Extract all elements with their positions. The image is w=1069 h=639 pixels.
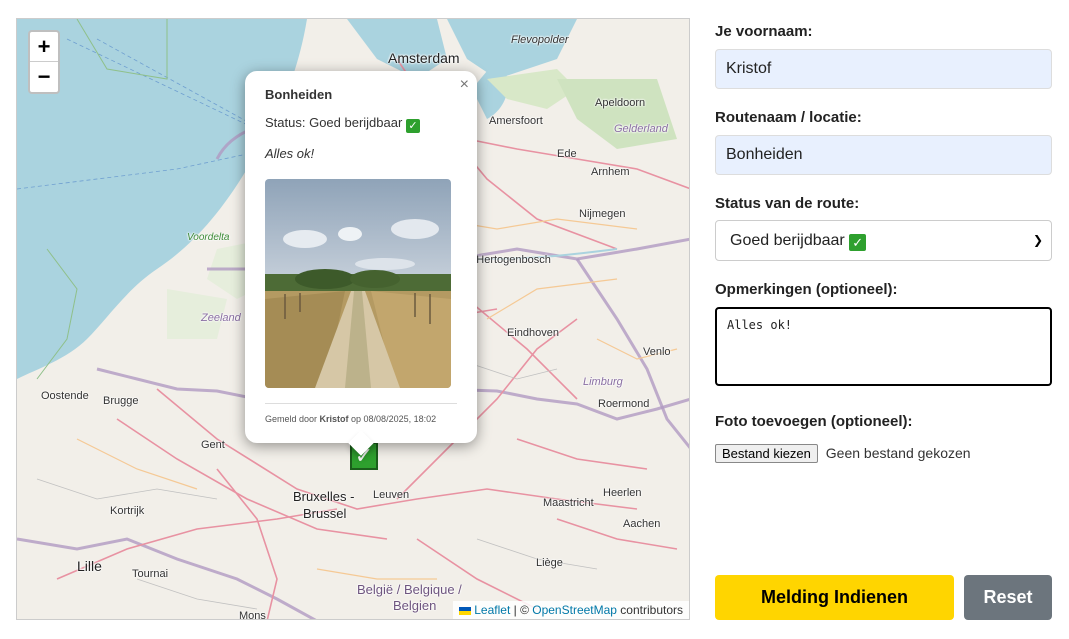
popup-status-text: Status: Goed berijdbaar xyxy=(265,115,403,130)
popup-close-icon[interactable]: × xyxy=(460,76,469,94)
remarks-textarea[interactable]: Alles ok! xyxy=(715,307,1052,386)
status-select[interactable]: Goed berijdbaar ✓ ❯ xyxy=(715,220,1052,261)
city-label-gent: Gent xyxy=(201,439,225,451)
choose-file-button[interactable]: Bestand kiezen xyxy=(715,444,818,463)
osm-link[interactable]: OpenStreetMap xyxy=(532,603,617,617)
city-label-amersfoort: Amersfoort xyxy=(489,115,543,127)
region-label-voordelta: Voordelta xyxy=(187,232,230,243)
popup-footer-prefix: Gemeld door xyxy=(265,414,320,424)
popup-footer-name: Kristof xyxy=(319,414,349,424)
attribution-separator: | © xyxy=(510,603,533,617)
city-label-eindhoven: Eindhoven xyxy=(507,327,559,339)
city-label-venlo: Venlo xyxy=(643,346,671,358)
city-label-nijmegen: Nijmegen xyxy=(579,208,626,220)
photo-label: Foto toevoegen (optioneel): xyxy=(715,413,913,430)
route-popup: × Bonheiden Status: Goed berijdbaar ✓ Al… xyxy=(245,71,477,456)
country-label-belgie: België / Belgique / xyxy=(357,582,462,597)
city-label-roermond: Roermond xyxy=(598,398,650,410)
zoom-in-button[interactable]: + xyxy=(30,32,58,62)
city-label-oostende: Oostende xyxy=(41,390,89,402)
city-label-arnhem: Arnhem xyxy=(591,166,630,178)
city-label-aachen: Aachen xyxy=(623,518,661,530)
city-label-liege: Liège xyxy=(536,557,563,569)
city-label-brugge: Brugge xyxy=(103,395,139,407)
city-label-brussel: Brussel xyxy=(303,506,347,521)
region-label-limburg: Limburg xyxy=(583,376,623,388)
chevron-down-icon: ❯ xyxy=(1032,233,1043,247)
country-label-belgien: Belgien xyxy=(393,598,437,613)
submit-button[interactable]: Melding Indienen xyxy=(715,575,954,620)
status-label: Status van de route: xyxy=(715,195,860,212)
popup-footer: Gemeld door Kristof op 08/08/2025, 18:02 xyxy=(265,403,457,424)
region-label-zeeland: Zeeland xyxy=(201,312,241,324)
map[interactable]: Amsterdam Flevopolder Apeldoorn Amersfoo… xyxy=(16,18,690,620)
region-label-gelderland: Gelderland xyxy=(614,123,668,135)
zoom-out-button[interactable]: − xyxy=(30,62,58,92)
city-label-tournai: Tournai xyxy=(132,568,169,580)
city-label-mons: Mons xyxy=(239,610,266,620)
popup-footer-suffix: op 08/08/2025, 18:02 xyxy=(348,414,437,424)
leaflet-link[interactable]: Leaflet xyxy=(474,603,510,617)
firstname-input[interactable]: Kristof xyxy=(715,49,1052,89)
city-label-heerlen: Heerlen xyxy=(603,487,642,499)
route-input[interactable]: Bonheiden xyxy=(715,135,1052,175)
status-select-value: Goed berijdbaar xyxy=(730,232,845,249)
city-label-amsterdam: Amsterdam xyxy=(388,50,460,66)
attribution-contributors: contributors xyxy=(616,603,683,617)
city-label-ede: Ede xyxy=(557,148,577,160)
city-label-leuven: Leuven xyxy=(373,489,410,501)
city-label-bruxelles: Bruxelles - xyxy=(293,489,355,504)
city-label-flevopolder: Flevopolder xyxy=(511,34,569,46)
map-attribution: Leaflet | © OpenStreetMap contributors xyxy=(453,601,689,619)
route-label: Routenaam / locatie: xyxy=(715,109,862,126)
check-icon: ✓ xyxy=(405,119,420,133)
reset-button[interactable]: Reset xyxy=(964,575,1052,620)
city-label-kortrijk: Kortrijk xyxy=(110,505,145,517)
city-label-hertogenbosch: 's-Hertogenbosch xyxy=(465,254,551,266)
firstname-label: Je voornaam: xyxy=(715,23,813,40)
city-label-maastricht: Maastricht xyxy=(543,497,594,509)
check-icon: ✓ xyxy=(849,234,867,251)
file-input: Bestand kiezen Geen bestand gekozen xyxy=(715,444,971,463)
ukraine-flag-icon xyxy=(459,606,472,615)
zoom-control: + − xyxy=(28,30,60,94)
route-photo xyxy=(265,179,451,388)
popup-status: Status: Goed berijdbaar ✓ xyxy=(265,115,457,133)
remarks-label: Opmerkingen (optioneel): xyxy=(715,281,898,298)
popup-title: Bonheiden xyxy=(265,87,333,102)
city-label-apeldoorn: Apeldoorn xyxy=(595,97,646,109)
popup-remark: Alles ok! xyxy=(265,146,315,161)
file-status: Geen bestand gekozen xyxy=(825,445,971,461)
city-label-lille: Lille xyxy=(77,558,102,574)
